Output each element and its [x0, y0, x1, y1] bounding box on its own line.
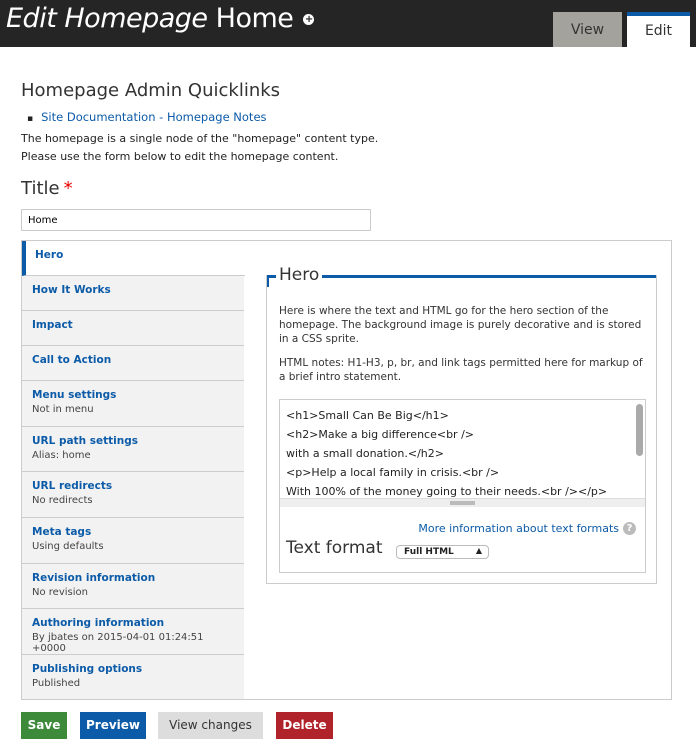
vertical-tab-label: Revision information — [32, 572, 156, 584]
title-label-text: Title — [21, 178, 60, 199]
text-format-select[interactable]: Full HTML ▲︎ — [396, 545, 489, 559]
vertical-tab-summary: By jbates on 2015-04-01 01:24:51 +0000 — [32, 632, 204, 654]
tab-view[interactable]: View — [553, 12, 622, 47]
page-header: Edit Homepage Home + View Edit — [0, 0, 696, 47]
vertical-tab-call-to-action[interactable]: Call to Action — [22, 346, 244, 381]
vertical-tab-menu-settings[interactable]: Menu settings Not in menu — [22, 381, 244, 427]
preview-button[interactable]: Preview — [80, 712, 146, 739]
delete-button[interactable]: Delete — [276, 712, 333, 739]
vertical-tab-impact[interactable]: Impact — [22, 311, 244, 346]
vertical-tab-publishing-options[interactable]: Publishing options Published — [22, 655, 244, 700]
hero-body-editor: <h1>Small Can Be Big</h1> <h2>Make a big… — [279, 399, 646, 573]
vertical-tab-meta-tags[interactable]: Meta tags Using defaults — [22, 518, 244, 564]
vertical-tab-summary: Published — [32, 678, 81, 689]
required-mark: * — [63, 178, 73, 199]
vertical-tab-label: URL redirects — [32, 480, 113, 492]
add-shortcut-icon[interactable]: + — [303, 14, 315, 25]
quicklinks-heading: Homepage Admin Quicklinks — [21, 80, 281, 101]
desc-line-1: The homepage is a single node of the "ho… — [21, 132, 379, 145]
vertical-tab-label: Authoring information — [32, 617, 165, 629]
title-rest: Home — [215, 3, 294, 34]
title-label: Title * — [21, 178, 73, 199]
vertical-tab-summary: Not in menu — [32, 404, 94, 415]
select-arrows-icon: ▲︎ — [475, 546, 482, 555]
vertical-tab-label: How It Works — [32, 284, 111, 296]
textarea-scrollbar[interactable] — [636, 404, 643, 456]
vertical-tab-url-path-settings[interactable]: URL path settings Alias: home — [22, 427, 244, 472]
vertical-tab-hero[interactable]: Hero — [22, 241, 245, 276]
hero-description: Here is where the text and HTML go for t… — [279, 305, 642, 345]
vertical-tab-url-redirects[interactable]: URL redirects No redirects — [22, 472, 244, 518]
save-button[interactable]: Save — [21, 712, 67, 739]
vertical-tab-label: Impact — [32, 319, 73, 331]
title-italic: Edit Homepage — [6, 3, 208, 34]
view-changes-button[interactable]: View changes — [158, 712, 263, 739]
vertical-tab-label: Call to Action — [32, 354, 112, 366]
vertical-tab-how-it-works[interactable]: How It Works — [22, 276, 244, 311]
tab-edit[interactable]: Edit — [627, 12, 690, 47]
vertical-tabs-menu: Hero How It Works Impact Call to Action Menu… — [22, 241, 245, 700]
homepage-description: The homepage is a single node of the "ho… — [21, 130, 378, 166]
help-icon[interactable]: ? — [623, 522, 636, 535]
textarea-resize-handle[interactable] — [280, 498, 645, 507]
desc-line-2: Please use the form below to edit the ho… — [21, 150, 339, 163]
page-title: Edit Homepage Home + — [6, 3, 315, 34]
vertical-tab-label: Hero — [35, 249, 64, 261]
vertical-tab-summary: No redirects — [32, 495, 93, 506]
hero-html-notes: HTML notes: H1-H3, p, br, and link tags … — [279, 357, 643, 383]
vertical-tab-summary: No revision — [32, 587, 88, 598]
vertical-tab-label: Publishing options — [32, 663, 143, 675]
text-format-label: Text format — [286, 538, 383, 558]
vertical-tab-revision-information[interactable]: Revision information No revision — [22, 564, 244, 609]
vertical-tab-label: Menu settings — [32, 389, 117, 401]
vertical-tab-summary: Alias: home — [32, 450, 91, 461]
site-documentation-link[interactable]: Site Documentation - Homepage Notes — [27, 110, 266, 124]
hero-body-textarea[interactable]: <h1>Small Can Be Big</h1> <h2>Make a big… — [286, 406, 631, 498]
vertical-tab-summary: Using defaults — [32, 541, 104, 552]
text-format-value: Full HTML — [404, 547, 454, 557]
vertical-tab-label: URL path settings — [32, 435, 138, 447]
title-input[interactable] — [21, 209, 371, 231]
vertical-tab-authoring-information[interactable]: Authoring information By jbates on 2015-0… — [22, 609, 244, 655]
text-formats-info-link[interactable]: More information about text formats — [418, 522, 619, 535]
vertical-tab-label: Meta tags — [32, 526, 92, 538]
